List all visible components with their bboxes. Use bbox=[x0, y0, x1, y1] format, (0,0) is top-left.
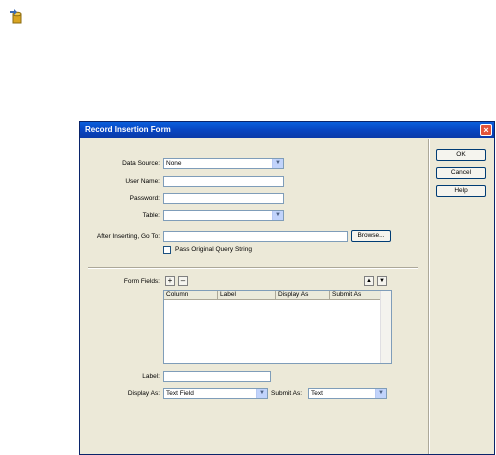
display-as-label: Display As: bbox=[127, 390, 160, 397]
display-as-select[interactable]: Text Field ▼ bbox=[163, 388, 268, 399]
minus-icon: – bbox=[180, 276, 186, 285]
label-field-label: Label: bbox=[142, 373, 160, 380]
column-header-submit-as[interactable]: Submit As bbox=[330, 291, 382, 300]
table-label: Table: bbox=[142, 212, 160, 219]
column-header-display-as[interactable]: Display As bbox=[276, 291, 330, 300]
form-fields-label: Form Fields: bbox=[123, 278, 160, 285]
user-name-field[interactable] bbox=[163, 176, 284, 187]
arrow-up-icon: ▲ bbox=[366, 278, 372, 284]
chevron-down-icon[interactable]: ▼ bbox=[272, 159, 283, 168]
pass-query-checkbox[interactable] bbox=[163, 246, 171, 254]
submit-as-select[interactable]: Text ▼ bbox=[308, 388, 387, 399]
plus-icon: + bbox=[167, 276, 173, 285]
remove-field-button[interactable]: – bbox=[178, 276, 188, 286]
dialog-title: Record Insertion Form bbox=[85, 125, 171, 134]
ok-button[interactable]: OK bbox=[436, 149, 486, 161]
add-field-button[interactable]: + bbox=[165, 276, 175, 286]
list-scrollbar[interactable] bbox=[380, 291, 391, 363]
user-name-label: User Name: bbox=[125, 178, 160, 185]
buttons-divider bbox=[428, 139, 430, 454]
chevron-down-icon[interactable]: ▼ bbox=[375, 389, 386, 398]
table-select[interactable]: ▼ bbox=[163, 210, 284, 221]
browse-button[interactable]: Browse... bbox=[351, 230, 391, 242]
display-as-value: Text Field bbox=[166, 390, 194, 397]
data-source-value: None bbox=[166, 160, 182, 167]
close-button[interactable]: × bbox=[480, 124, 492, 136]
submit-as-value: Text bbox=[311, 390, 323, 397]
password-field[interactable] bbox=[163, 193, 284, 204]
record-insertion-dialog: Record Insertion Form × Data Source: Non… bbox=[79, 121, 495, 455]
move-down-button[interactable]: ▼ bbox=[377, 276, 387, 286]
dialog-titlebar[interactable]: Record Insertion Form × bbox=[80, 122, 494, 138]
help-button[interactable]: Help bbox=[436, 185, 486, 197]
record-insertion-icon[interactable] bbox=[8, 8, 26, 26]
after-inserting-label: After Inserting, Go To: bbox=[96, 233, 160, 240]
close-icon: × bbox=[483, 125, 489, 135]
chevron-down-icon[interactable]: ▼ bbox=[272, 211, 283, 220]
data-source-label: Data Source: bbox=[122, 160, 160, 167]
column-header-column[interactable]: Column bbox=[164, 291, 218, 300]
move-up-button[interactable]: ▲ bbox=[364, 276, 374, 286]
password-label: Password: bbox=[129, 195, 160, 202]
section-divider bbox=[88, 267, 418, 269]
label-field[interactable] bbox=[163, 371, 271, 382]
submit-as-label: Submit As: bbox=[271, 390, 303, 397]
cancel-button[interactable]: Cancel bbox=[436, 167, 486, 179]
column-header-label[interactable]: Label bbox=[218, 291, 276, 300]
chevron-down-icon[interactable]: ▼ bbox=[256, 389, 267, 398]
arrow-down-icon: ▼ bbox=[379, 278, 385, 284]
after-inserting-field[interactable] bbox=[163, 231, 348, 242]
data-source-select[interactable]: None ▼ bbox=[163, 158, 284, 169]
form-fields-list[interactable]: Column Label Display As Submit As bbox=[163, 290, 392, 364]
pass-query-label: Pass Original Query String bbox=[175, 246, 252, 253]
